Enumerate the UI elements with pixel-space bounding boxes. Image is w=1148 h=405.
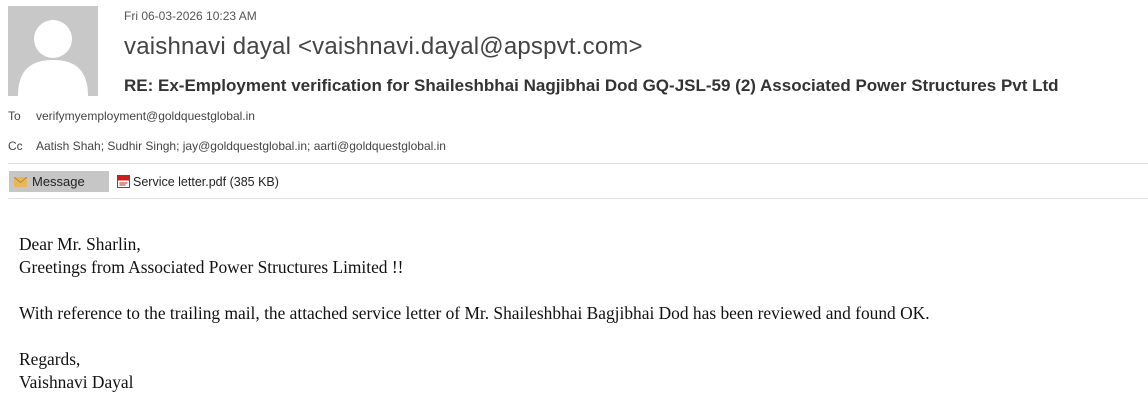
sender-name[interactable]: vaishnavi dayal <vaishnavi.dayal@apspvt.… bbox=[124, 33, 643, 61]
cc-row: Cc Aatish Shah; Sudhir Singh; jay@goldque… bbox=[8, 139, 446, 153]
envelope-icon bbox=[14, 176, 27, 187]
body-greeting: Dear Mr. Sharlin, bbox=[19, 234, 141, 254]
cc-recipients[interactable]: Aatish Shah; Sudhir Singh; jay@goldquest… bbox=[36, 139, 446, 153]
body-closing: Regards, bbox=[19, 349, 81, 369]
email-body: Dear Mr. Sharlin, Greetings from Associa… bbox=[19, 233, 930, 394]
body-greetings-line: Greetings from Associated Power Structur… bbox=[19, 257, 404, 277]
person-icon bbox=[18, 20, 88, 96]
tabs-divider bbox=[8, 198, 1148, 199]
sent-date: Fri 06-03-2026 10:23 AM bbox=[124, 9, 257, 23]
body-main-paragraph: With reference to the trailing mail, the… bbox=[19, 303, 930, 323]
header-divider bbox=[8, 163, 1148, 164]
message-tab[interactable]: Message bbox=[9, 171, 109, 192]
message-tab-label: Message bbox=[32, 174, 85, 189]
to-recipients[interactable]: verifymyemployment@goldquestglobal.in bbox=[36, 109, 255, 123]
to-label: To bbox=[8, 109, 21, 123]
pdf-icon bbox=[117, 175, 130, 188]
sender-avatar bbox=[8, 6, 98, 96]
cc-label: Cc bbox=[8, 139, 23, 153]
email-subject: RE: Ex-Employment verification for Shail… bbox=[124, 76, 1059, 95]
attachment-label: Service letter.pdf (385 KB) bbox=[133, 174, 279, 189]
to-row: To verifymyemployment@goldquestglobal.in bbox=[8, 109, 255, 123]
body-signature: Vaishnavi Dayal bbox=[19, 372, 134, 392]
attachment-service-letter[interactable]: Service letter.pdf (385 KB) bbox=[117, 171, 279, 192]
